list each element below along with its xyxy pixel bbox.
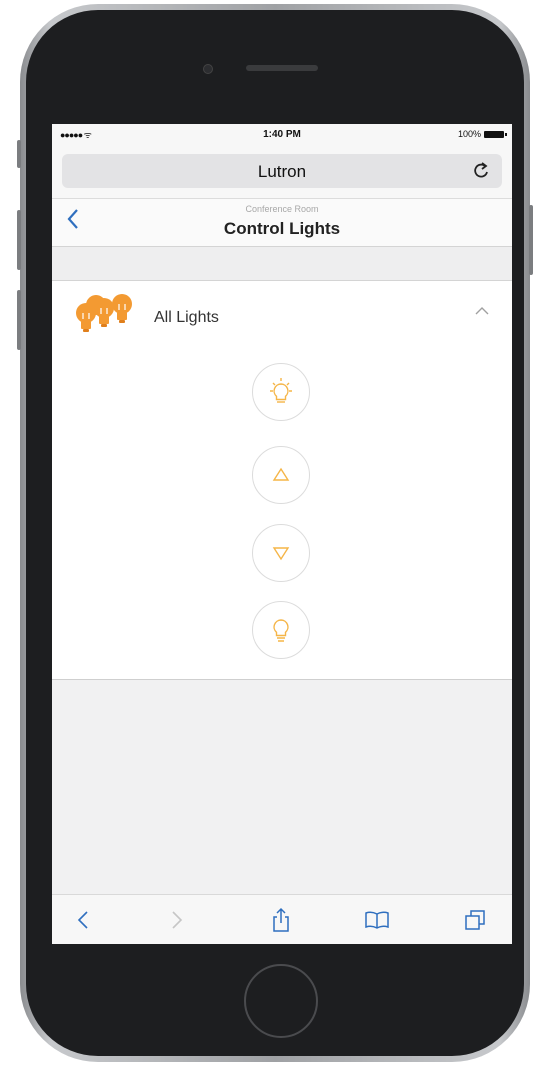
status-time: 1:40 PM [263,129,301,140]
tabs-icon[interactable] [460,905,490,935]
light-bulbs-icon [74,291,134,337]
section-spacer [52,247,512,281]
navigation-bar: Conference Room Control Lights [52,199,512,247]
screen: ●●●●● ᯤ 1:40 PM 100% Lutron Conference R… [52,124,512,944]
back-icon[interactable] [68,905,98,935]
raise-icon [272,467,290,481]
light-on-button[interactable] [252,363,310,421]
light-on-icon [270,378,292,403]
home-button[interactable] [244,964,318,1038]
reload-icon[interactable] [474,161,490,184]
address-bar[interactable]: Lutron [62,154,502,188]
all-lights-panel: All Lights [52,281,512,680]
power-button [529,205,533,275]
front-camera [203,64,213,74]
all-lights-label: All Lights [154,309,219,326]
light-off-icon [273,619,289,642]
forward-icon[interactable] [162,905,192,935]
status-bar: ●●●●● ᯤ 1:40 PM 100% [52,124,512,144]
collapse-chevron-icon[interactable] [474,303,490,319]
share-icon[interactable] [266,905,296,935]
volume-down-button [17,290,21,350]
battery-status: 100% [457,129,507,139]
browser-chrome: Lutron [52,144,512,199]
lower-button[interactable] [252,524,310,582]
browser-toolbar [52,894,512,944]
volume-up-button [17,210,21,270]
lower-icon [272,547,290,561]
room-subtitle: Conference Room [245,204,319,214]
raise-button[interactable] [252,446,310,504]
mute-switch [17,140,21,168]
battery-percent: 100% [457,129,481,139]
light-off-button[interactable] [252,601,310,659]
address-text: Lutron [257,162,307,181]
earpiece [246,65,318,71]
bookmarks-icon[interactable] [362,905,392,935]
battery-icon [484,130,507,138]
page-title: Control Lights [223,219,341,238]
